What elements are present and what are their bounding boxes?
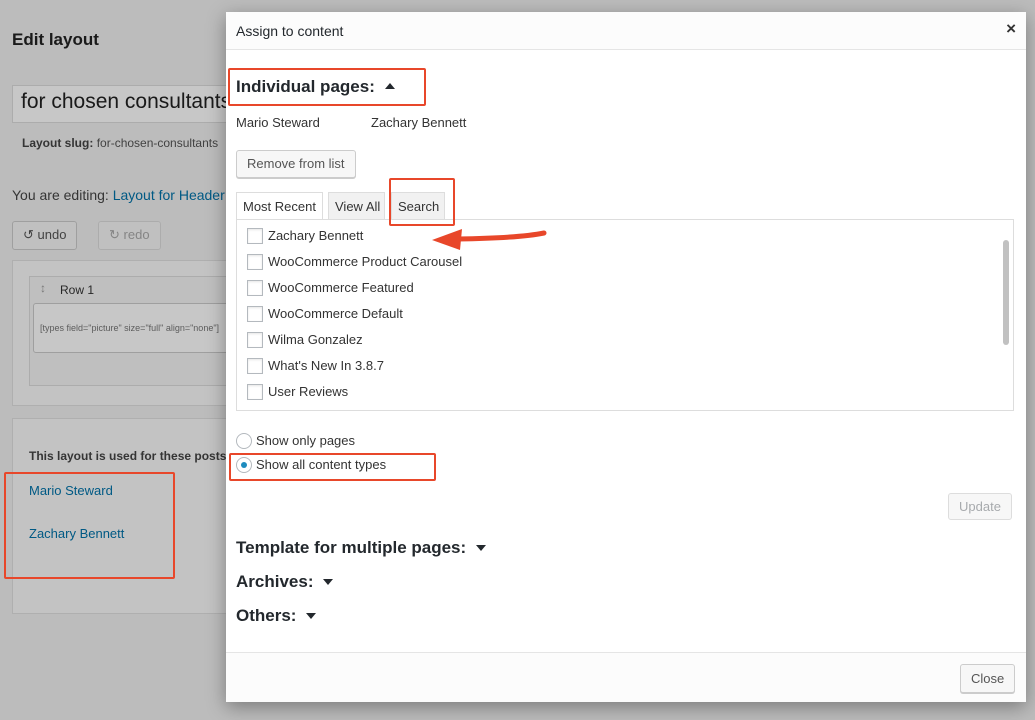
list-item-label: Zachary Bennett	[268, 228, 364, 243]
chosen-item: Mario Steward	[236, 115, 320, 130]
remove-from-list-button[interactable]: Remove from list	[236, 150, 356, 178]
list-item-label: Wilma Gonzalez	[268, 332, 363, 347]
checkbox[interactable]	[247, 383, 263, 400]
scrollbar-thumb[interactable]	[1003, 240, 1009, 345]
annotation-box-search-tab	[389, 178, 455, 226]
assign-to-content-dialog: Assign to content × Individual pages: Ma…	[226, 12, 1026, 702]
list-item[interactable]: WooCommerce Default	[247, 305, 403, 326]
checkbox[interactable]	[247, 253, 263, 270]
caret-down-icon	[476, 544, 487, 551]
dialog-footer: Close	[226, 652, 1026, 702]
dialog-header: Assign to content ×	[226, 12, 1026, 50]
list-item[interactable]: What's New In 3.8.7	[247, 357, 384, 378]
list-item-label: WooCommerce Product Carousel	[268, 254, 463, 269]
list-item-label: WooCommerce Featured	[268, 280, 414, 295]
radio-label: Show only pages	[256, 433, 356, 448]
section-heading-label: Others:	[236, 606, 297, 625]
tab-view-all[interactable]: View All	[328, 192, 385, 220]
checkbox[interactable]	[247, 357, 263, 374]
close-button[interactable]: Close	[960, 664, 1016, 693]
content-checklist[interactable]: Zachary Bennett WooCommerce Product Caro…	[236, 219, 1014, 411]
list-scrollbar[interactable]	[1001, 222, 1011, 408]
list-item[interactable]: Zachary Bennett	[247, 227, 364, 248]
list-item[interactable]: User Reviews	[247, 383, 349, 404]
archives-toggle[interactable]: Archives:	[236, 572, 334, 592]
list-item[interactable]: Wilma Gonzalez	[247, 331, 363, 352]
checkbox[interactable]	[247, 305, 263, 322]
template-multiple-pages-toggle[interactable]: Template for multiple pages:	[236, 538, 487, 558]
list-item-label: WooCommerce Default	[268, 306, 403, 321]
radio-button[interactable]	[236, 432, 252, 449]
list-item-label: User Reviews	[268, 384, 349, 399]
annotation-box-individual-pages	[228, 68, 426, 106]
checkbox[interactable]	[247, 227, 263, 244]
list-item-label: What's New In 3.8.7	[268, 358, 384, 373]
others-toggle[interactable]: Others:	[236, 606, 317, 626]
close-icon[interactable]: ×	[1006, 19, 1016, 39]
list-item[interactable]: WooCommerce Featured	[247, 279, 414, 300]
caret-down-icon	[306, 612, 317, 619]
radio-show-only-pages[interactable]: Show only pages	[236, 432, 356, 450]
caret-down-icon	[323, 578, 334, 585]
dialog-title: Assign to content	[236, 23, 344, 39]
tab-most-recent[interactable]: Most Recent	[236, 192, 323, 221]
checkbox[interactable]	[247, 279, 263, 296]
annotation-box-show-all	[229, 453, 436, 481]
update-button[interactable]: Update	[948, 493, 1012, 520]
section-heading-label: Template for multiple pages:	[236, 538, 467, 557]
checkbox[interactable]	[247, 331, 263, 348]
annotation-box-used-posts	[4, 472, 175, 579]
section-heading-label: Archives:	[236, 572, 314, 591]
chosen-item: Zachary Bennett	[371, 115, 467, 130]
list-item[interactable]: WooCommerce Product Carousel	[247, 253, 463, 274]
